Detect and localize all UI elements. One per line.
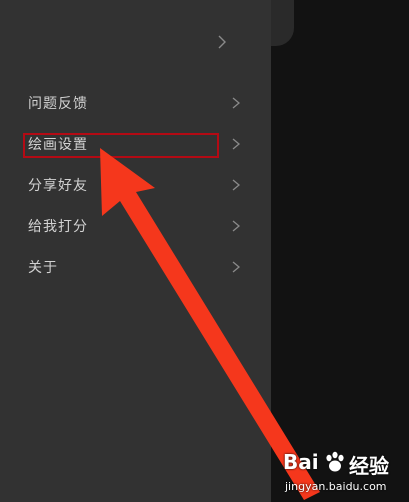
dimmed-background[interactable] bbox=[271, 0, 409, 502]
chevron-right-icon bbox=[232, 97, 241, 109]
watermark-brand-right: 经验 bbox=[349, 454, 389, 478]
menu-item-rate-app[interactable]: 给我打分 bbox=[0, 207, 271, 245]
chevron-right-icon bbox=[232, 261, 241, 273]
menu-item-label: 问题反馈 bbox=[28, 96, 88, 112]
chevron-right-icon bbox=[232, 138, 241, 150]
menu-item-about[interactable]: 关于 bbox=[0, 248, 271, 286]
menu-item-feedback[interactable]: 问题反馈 bbox=[0, 84, 271, 122]
menu-item-label: 分享好友 bbox=[28, 178, 88, 194]
watermark-brand-left: Bai bbox=[283, 450, 319, 474]
watermark-url: jingyan.baidu.com bbox=[285, 480, 387, 493]
watermark-logo: Bai 经验 bbox=[283, 448, 401, 478]
chevron-right-icon bbox=[232, 220, 241, 232]
highlight-annotation-box bbox=[23, 133, 219, 158]
menu-item-share-friends[interactable]: 分享好友 bbox=[0, 166, 271, 204]
side-menu-panel: 问题反馈 绘画设置 分享好友 给我打分 关于 bbox=[0, 0, 271, 502]
chevron-right-icon bbox=[232, 179, 241, 191]
baidu-jingyan-watermark: Bai 经验 jingyan.baidu.com bbox=[283, 448, 401, 496]
menu-item-label: 关于 bbox=[28, 260, 58, 276]
screen: 问题反馈 绘画设置 分享好友 给我打分 关于 Bai 经验 jingyan.ba… bbox=[0, 0, 409, 502]
menu-item-label: 给我打分 bbox=[28, 219, 88, 235]
chevron-right-icon[interactable] bbox=[216, 30, 228, 54]
paw-icon bbox=[326, 451, 344, 472]
